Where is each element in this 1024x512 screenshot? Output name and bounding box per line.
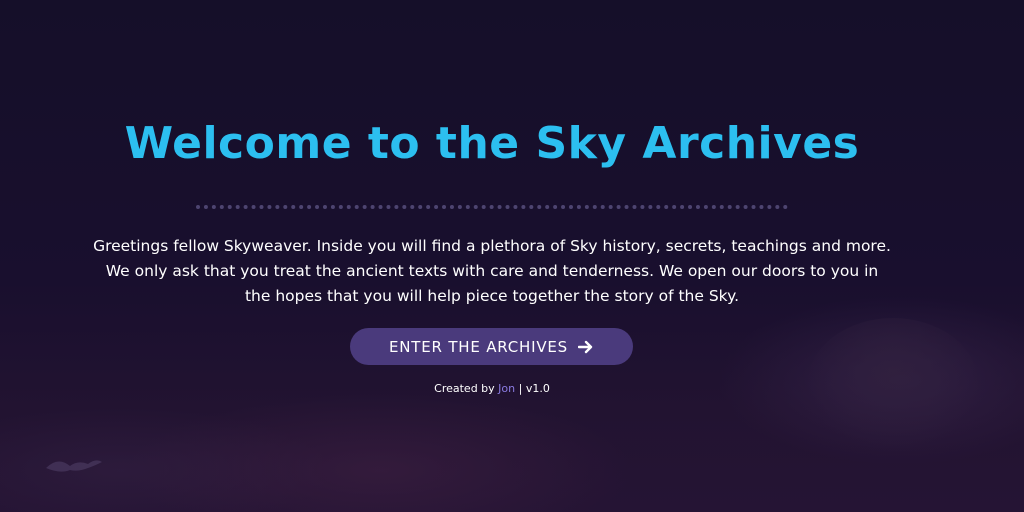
enter-archives-label: ENTER THE ARCHIVES <box>389 337 568 356</box>
enter-archives-button[interactable]: ENTER THE ARCHIVES <box>350 328 633 365</box>
arrow-right-icon <box>578 340 593 353</box>
credit-separator: | <box>518 382 523 395</box>
version-text: v1.0 <box>525 382 550 395</box>
background-bird-silhouette <box>46 460 102 472</box>
created-by-text: Created by <box>434 382 495 395</box>
intro-paragraph: Greetings fellow Skyweaver. Inside you w… <box>93 237 891 305</box>
page-title: Welcome to the Sky Archives <box>124 118 860 169</box>
credit-line: Created by Jon | v1.0 <box>0 382 984 395</box>
dotted-divider <box>196 205 788 209</box>
author-link[interactable]: Jon <box>498 382 515 395</box>
